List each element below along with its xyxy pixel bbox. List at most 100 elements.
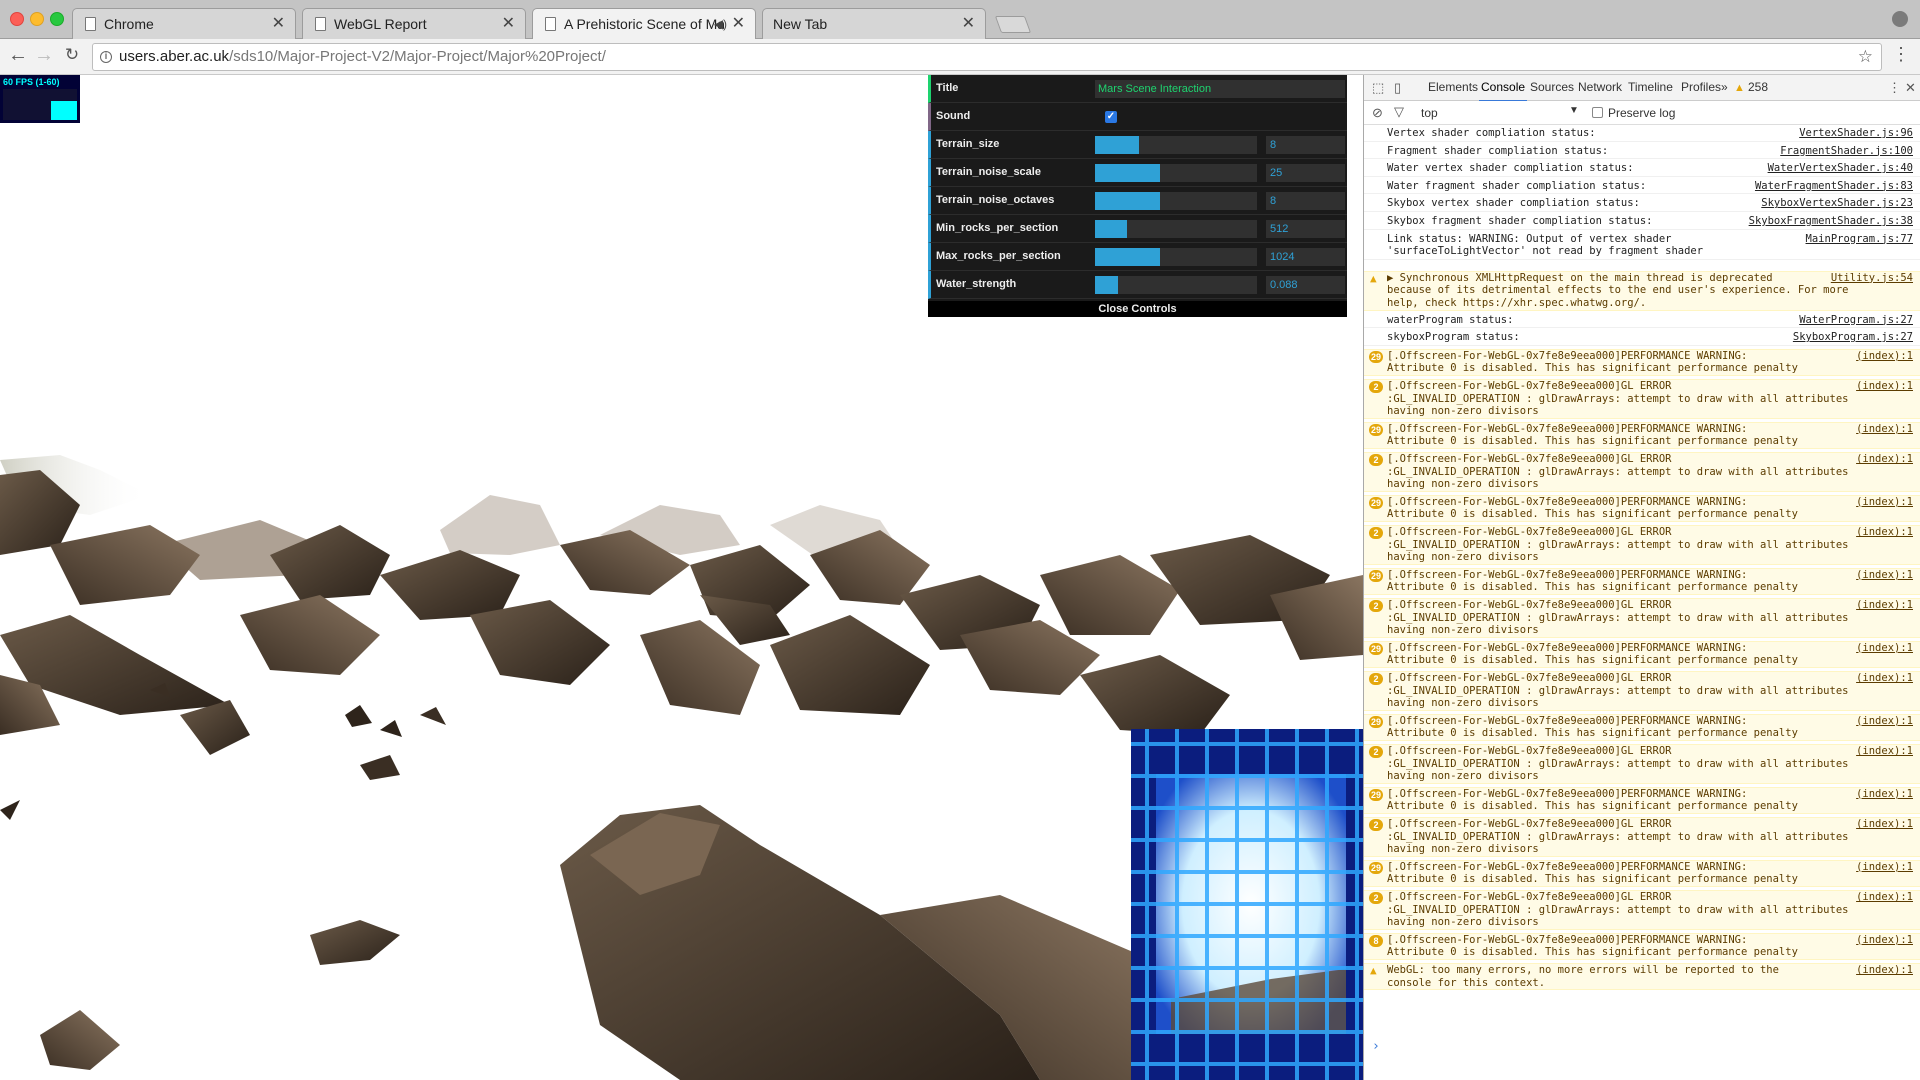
device-mode-icon[interactable]: ▯: [1394, 80, 1401, 96]
close-icon[interactable]: ✕: [962, 9, 975, 39]
forward-button[interactable]: →: [32, 44, 56, 68]
webgl-canvas[interactable]: 60 FPS (1-60) Title Mars Scene Interacti…: [0, 75, 1363, 1080]
gui-slider[interactable]: [1095, 248, 1257, 266]
inspect-element-icon[interactable]: ⬚: [1372, 80, 1384, 96]
source-link[interactable]: (index):1: [1856, 423, 1913, 436]
source-link[interactable]: (index):1: [1856, 569, 1913, 582]
gui-slider[interactable]: [1095, 192, 1257, 210]
devtools-menu-icon[interactable]: ⋮: [1888, 80, 1901, 96]
tab-timeline[interactable]: Timeline: [1626, 75, 1675, 100]
source-link[interactable]: SkyboxVertexShader.js:23: [1761, 197, 1913, 210]
gui-number-input[interactable]: 8: [1266, 136, 1345, 154]
close-icon[interactable]: ✕: [272, 9, 285, 39]
source-link[interactable]: SkyboxFragmentShader.js:38: [1749, 215, 1913, 228]
profile-icon[interactable]: [1890, 9, 1910, 29]
source-link[interactable]: WaterProgram.js:27: [1799, 314, 1913, 327]
gui-slider[interactable]: [1095, 220, 1257, 238]
source-link[interactable]: (index):1: [1856, 380, 1913, 393]
repeat-count-badge: 29: [1369, 350, 1384, 363]
console-text: [.Offscreen-For-WebGL-0x7fe8e9eea000]GL …: [1387, 599, 1849, 637]
tab-profiles[interactable]: Profiles: [1679, 75, 1723, 100]
close-icon[interactable]: ✕: [502, 9, 515, 39]
close-icon[interactable]: ✕: [732, 9, 745, 39]
source-link[interactable]: FragmentShader.js:100: [1780, 145, 1913, 158]
source-link[interactable]: (index):1: [1856, 526, 1913, 539]
clear-console-icon[interactable]: ⊘: [1372, 105, 1383, 121]
source-link[interactable]: WaterVertexShader.js:40: [1768, 162, 1913, 175]
tab-new-tab[interactable]: New Tab ✕: [762, 8, 986, 39]
console-message: waterProgram status: WaterProgram.js:27: [1364, 314, 1920, 329]
source-link[interactable]: (index):1: [1856, 672, 1913, 685]
source-link[interactable]: WaterFragmentShader.js:83: [1755, 180, 1913, 193]
maximize-window-button[interactable]: [50, 12, 64, 26]
source-link[interactable]: (index):1: [1856, 715, 1913, 728]
console-warning: 29 [.Offscreen-For-WebGL-0x7fe8e9eea000]P…: [1364, 859, 1920, 887]
close-controls-button[interactable]: Close Controls: [928, 301, 1347, 317]
gui-number-input[interactable]: 25: [1266, 164, 1345, 182]
reload-button[interactable]: ↻: [60, 44, 84, 68]
gui-title-input[interactable]: Mars Scene Interaction: [1095, 80, 1345, 98]
source-link[interactable]: (index):1: [1856, 964, 1913, 977]
source-link[interactable]: (index):1: [1856, 934, 1913, 947]
console-text: skyboxProgram status:: [1387, 331, 1520, 344]
tab-chrome[interactable]: Chrome ✕: [72, 8, 296, 39]
console-text: WebGL: too many errors, no more errors w…: [1387, 964, 1779, 989]
chrome-menu-icon[interactable]: ⋮: [1892, 44, 1910, 65]
source-link[interactable]: SkyboxProgram.js:27: [1793, 331, 1913, 344]
source-link[interactable]: (index):1: [1856, 496, 1913, 509]
gui-number-input[interactable]: 1024: [1266, 248, 1345, 266]
minimize-window-button[interactable]: [30, 12, 44, 26]
console-text: [.Offscreen-For-WebGL-0x7fe8e9eea000]GL …: [1387, 526, 1849, 564]
source-link[interactable]: (index):1: [1856, 818, 1913, 831]
info-icon[interactable]: i: [100, 51, 112, 63]
filter-icon[interactable]: ▽: [1394, 104, 1404, 120]
console-text: [.Offscreen-For-WebGL-0x7fe8e9eea000]PER…: [1387, 714, 1798, 740]
speaker-icon[interactable]: ◀): [714, 9, 727, 39]
address-bar[interactable]: i users.aber.ac.uk/sds10/Major-Project-V…: [92, 43, 1882, 71]
fps-label: 60 FPS (1-60): [3, 77, 60, 87]
close-devtools-icon[interactable]: ✕: [1905, 80, 1916, 96]
water-texture-preview: [1131, 729, 1363, 1080]
sound-checkbox[interactable]: ✓: [1105, 111, 1117, 123]
warning-count[interactable]: 258: [1746, 75, 1770, 100]
new-tab-button[interactable]: [994, 16, 1032, 33]
source-link[interactable]: (index):1: [1856, 891, 1913, 904]
gui-number-input[interactable]: 512: [1266, 220, 1345, 238]
source-link[interactable]: VertexShader.js:96: [1799, 127, 1913, 140]
gui-title-row: Title Mars Scene Interaction: [928, 75, 1347, 103]
gui-slider[interactable]: [1095, 136, 1257, 154]
gui-number-input[interactable]: 0.088: [1266, 276, 1345, 294]
source-link[interactable]: (index):1: [1856, 861, 1913, 874]
tab-console[interactable]: Console: [1479, 75, 1528, 102]
repeat-count-badge: 2: [1369, 527, 1383, 539]
tab-mars-scene[interactable]: A Prehistoric Scene of Mars ◀) ✕: [532, 8, 756, 40]
gui-slider[interactable]: [1095, 164, 1257, 182]
chevron-down-icon[interactable]: ▼: [1569, 105, 1579, 116]
source-link[interactable]: (index):1: [1856, 453, 1913, 466]
source-link[interactable]: (index):1: [1856, 745, 1913, 758]
preserve-log-label: Preserve log: [1608, 106, 1676, 120]
tab-webgl-report[interactable]: WebGL Report ✕: [302, 8, 526, 39]
gui-number-input[interactable]: 8: [1266, 192, 1345, 210]
preserve-log-checkbox[interactable]: [1592, 107, 1603, 118]
back-button[interactable]: ←: [6, 44, 30, 68]
tab-sources[interactable]: Sources: [1528, 75, 1576, 100]
source-link[interactable]: (index):1: [1856, 350, 1913, 363]
bookmark-star-icon[interactable]: ☆: [1858, 44, 1873, 70]
context-select[interactable]: top: [1421, 106, 1438, 120]
source-link[interactable]: (index):1: [1856, 599, 1913, 612]
console-message: Skybox fragment shader compliation statu…: [1364, 215, 1920, 230]
fps-counter[interactable]: 60 FPS (1-60): [0, 75, 80, 123]
tab-network[interactable]: Network: [1576, 75, 1624, 100]
more-tabs-button[interactable]: »: [1719, 75, 1730, 100]
source-link[interactable]: (index):1: [1856, 788, 1913, 801]
console-text: Fragment shader compliation status:: [1387, 144, 1609, 157]
source-link[interactable]: Utility.js:54: [1831, 272, 1913, 285]
console-prompt[interactable]: ›: [1372, 1039, 1380, 1054]
gui-slider[interactable]: [1095, 276, 1257, 294]
source-link[interactable]: MainProgram.js:77: [1806, 233, 1913, 246]
source-link[interactable]: (index):1: [1856, 642, 1913, 655]
tab-elements[interactable]: Elements: [1426, 75, 1480, 100]
console-message: skyboxProgram status: SkyboxProgram.js:27: [1364, 331, 1920, 346]
close-window-button[interactable]: [10, 12, 24, 26]
